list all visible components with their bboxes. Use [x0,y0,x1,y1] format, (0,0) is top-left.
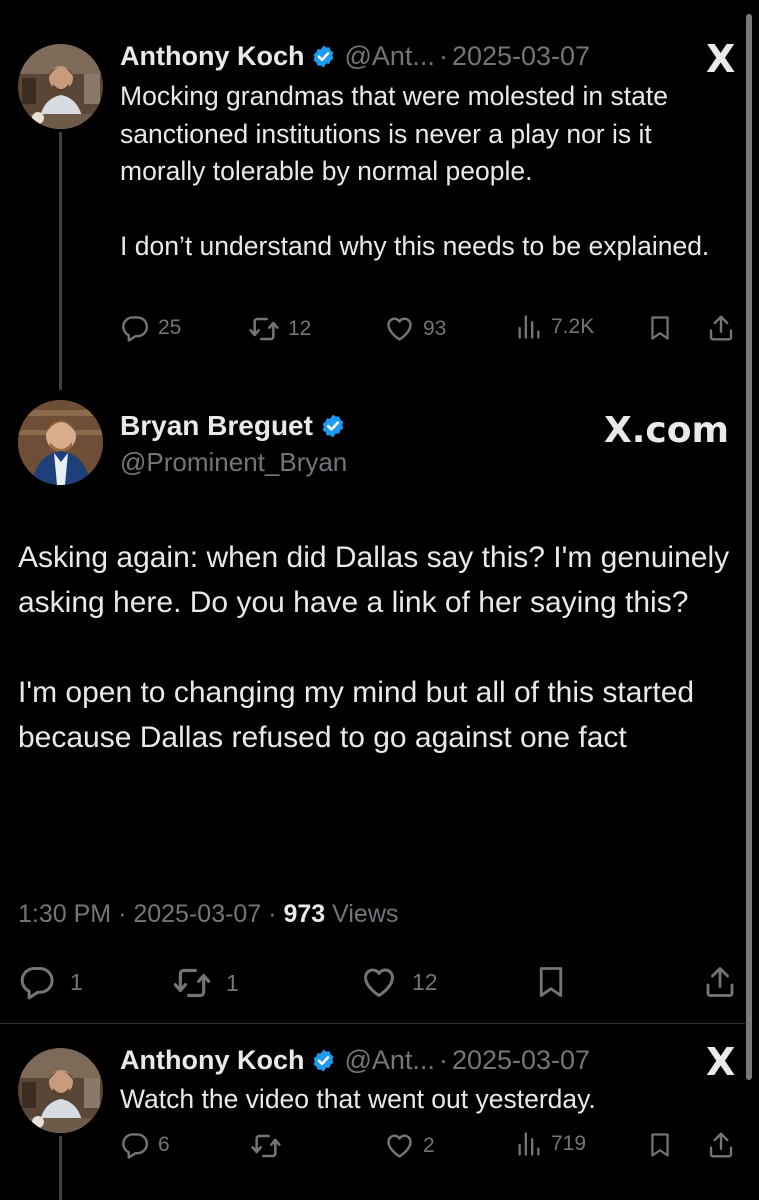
reply-icon [120,313,150,343]
bookmark-icon [646,313,674,343]
tweet-text: Watch the video that went out yesterday. [120,1084,596,1114]
separator: · [268,900,277,928]
tweet-text: Asking again: when did Dallas say this? … [18,541,730,754]
retweet-button[interactable]: 1 [172,963,239,1003]
verified-badge-icon [311,44,336,69]
retweet-count: 1 [226,969,239,996]
bookmark-button[interactable] [533,963,569,1001]
tweet-time[interactable]: 1:30 PM [18,900,111,928]
avatar[interactable] [18,400,103,485]
retweet-icon [250,1130,282,1162]
reply-button[interactable]: 6 [120,1130,170,1160]
bookmark-icon [646,1130,674,1160]
reply-count: 1 [70,968,83,995]
avatar[interactable] [18,1048,103,1133]
views-icon [515,313,543,341]
views-icon [515,1130,543,1158]
reply-count: 6 [158,1133,170,1156]
views-button[interactable]: 719 [515,1130,586,1158]
retweet-count: 12 [288,317,312,340]
author-name[interactable]: Bryan Breguet [120,410,313,442]
reply-icon [120,1130,150,1160]
bookmark-button[interactable] [646,313,674,343]
view-count: 719 [551,1132,587,1155]
separator: · [438,1045,448,1075]
separator: · [118,900,127,928]
like-button[interactable]: 93 [384,313,446,344]
scrollbar[interactable] [746,14,752,1080]
author-handle[interactable]: @Ant... [344,41,434,71]
like-count: 2 [423,1133,435,1157]
share-button[interactable] [702,963,738,1001]
views-button[interactable]: 7.2K [515,313,594,341]
avatar[interactable] [18,44,103,129]
like-button[interactable]: 2 [384,1130,435,1161]
x-logo-icon[interactable]: X [706,38,735,80]
author-handle[interactable]: @Ant... [344,1045,434,1075]
bookmark-button[interactable] [646,1130,674,1160]
like-icon [360,963,398,1001]
reply-count: 25 [158,316,182,339]
views-label: Views [332,900,399,928]
like-icon [384,313,415,344]
like-count: 93 [423,316,447,340]
author-name[interactable]: Anthony Koch [120,41,304,71]
share-icon [702,963,738,1001]
like-count: 12 [412,968,438,995]
verified-badge-icon [311,1048,336,1073]
tweet-actions: 6 2 719 [0,1130,759,1170]
reply-button[interactable]: 1 [18,963,83,1001]
divider [0,1023,745,1024]
author-name[interactable]: Anthony Koch [120,1045,304,1075]
retweet-button[interactable] [250,1130,282,1162]
reply-icon [18,963,56,1001]
share-icon [706,1130,736,1160]
retweet-icon [248,313,280,345]
like-button[interactable]: 12 [360,963,438,1001]
x-com-logo[interactable]: X.com [604,410,729,452]
tweet-actions: 25 12 93 7.2K [0,313,759,353]
author-handle[interactable]: @Prominent_Bryan [120,447,354,478]
tweet-header: Anthony Koch @Ant... · 2025-03-07 [120,41,590,71]
verified-badge-icon [320,413,346,439]
separator: · [438,41,448,71]
bookmark-icon [533,963,569,1001]
reply-button[interactable]: 25 [120,313,181,343]
share-button[interactable] [706,1130,736,1160]
tweet-date[interactable]: 2025-03-07 [452,1045,590,1075]
tweet-actions: 1 1 12 [0,963,759,1003]
tweet-header: Anthony Koch @Ant... · 2025-03-07 [120,1045,590,1075]
retweet-button[interactable]: 12 [248,313,311,345]
x-logo-icon[interactable]: X [706,1041,735,1083]
tweet-date[interactable]: 2025-03-07 [133,900,261,928]
retweet-icon [172,963,212,1003]
share-button[interactable] [706,313,736,343]
tweet-text: Mocking grandmas that were molested in s… [120,81,710,261]
view-count: 7.2K [551,315,595,338]
like-icon [384,1130,415,1161]
tweet-date[interactable]: 2025-03-07 [452,41,590,71]
tweet-meta: 1:30 PM · 2025-03-07 · 973 Views [18,900,398,929]
author-block: Bryan Breguet @Prominent_Bryan [120,410,354,478]
views-count[interactable]: 973 [283,900,325,928]
share-icon [706,313,736,343]
